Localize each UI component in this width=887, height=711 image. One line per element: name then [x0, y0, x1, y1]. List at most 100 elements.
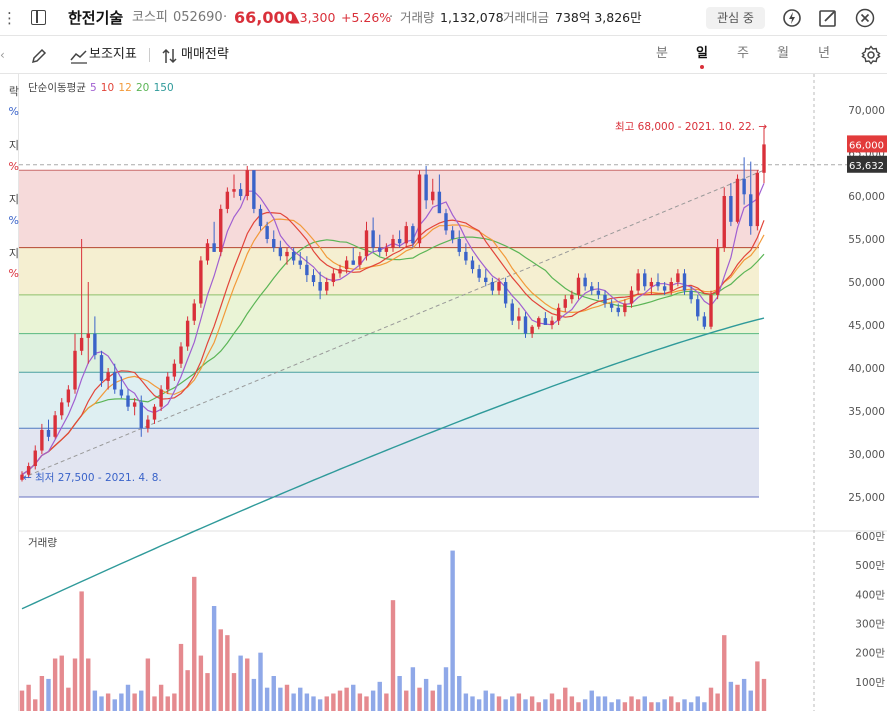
volume-bar [629, 696, 634, 711]
indicator-button[interactable]: 보조지표 [89, 36, 137, 74]
volume-bar [192, 576, 197, 711]
volume-bar [602, 696, 608, 711]
candle-body [238, 189, 243, 196]
volume-bar [649, 702, 654, 711]
volume-bar [761, 678, 767, 711]
volume-bar [423, 678, 429, 711]
period-tab-0[interactable]: 분 [650, 36, 674, 74]
candle-body [570, 294, 574, 300]
fibonacci-band [19, 428, 759, 497]
candle-body [391, 239, 395, 248]
candle-body [252, 170, 256, 209]
volume-bar [132, 693, 137, 711]
ma-legend-period: 10 [101, 82, 114, 94]
price-axis-label: 35,000 [848, 406, 885, 418]
period-tab-3[interactable]: 월 [771, 36, 795, 74]
volume-bar [66, 687, 71, 711]
scroll-left-icon[interactable]: ‹ [0, 36, 5, 74]
candle-body [93, 333, 97, 356]
strategy-icon[interactable] [162, 47, 178, 65]
candle-body [609, 303, 614, 308]
indicator-icon[interactable] [70, 48, 88, 64]
candle-body [689, 290, 693, 300]
candle-body [159, 389, 163, 407]
candle-body [106, 372, 110, 381]
price-change: ▲3,300 [290, 10, 336, 25]
fibonacci-band [19, 372, 759, 429]
volume-axis-label: 600만 [855, 531, 885, 543]
volume-bar [397, 676, 402, 711]
candle-body [53, 415, 57, 437]
edit-icon[interactable] [818, 8, 838, 28]
period-tab-4[interactable]: 년 [812, 36, 836, 74]
candle-body [404, 226, 408, 244]
volume-bar [139, 690, 144, 711]
volume-bar [516, 693, 522, 711]
candle-body [245, 170, 249, 196]
volume-bar [655, 702, 661, 711]
volume-bar [715, 693, 720, 711]
candle-body [497, 282, 501, 291]
toolbar-divider [149, 48, 150, 62]
candle-body [364, 230, 369, 257]
ma-legend-title: 단순이동평균 [28, 82, 86, 94]
volume-bar [284, 684, 290, 711]
candle-body [643, 273, 647, 287]
volume-bar [79, 591, 84, 711]
fibonacci-band [19, 294, 759, 334]
menu-dots-icon[interactable]: ⋮ [2, 0, 17, 36]
volume-bar [86, 658, 91, 711]
candle-body [338, 269, 342, 274]
volume-bar [364, 696, 369, 711]
volume-bar [616, 699, 621, 711]
volume-bar [337, 690, 343, 711]
volume-bar [662, 699, 667, 711]
candle-body [590, 286, 594, 291]
high-annotation: 최고 68,000 - 2021. 10. 22. → [615, 121, 767, 133]
period-tab-1[interactable]: 일 [690, 36, 714, 74]
volume-bar [569, 696, 575, 711]
sidebar-toggle-icon[interactable] [31, 10, 46, 25]
candle-body [603, 294, 607, 304]
price-chart[interactable]: 최고 68,000 - 2021. 10. 22. → ← 최저 27,500 -… [19, 74, 887, 711]
candle-body [682, 273, 687, 291]
settings-gear-icon[interactable] [861, 45, 881, 65]
volume-bar [510, 696, 515, 711]
candle-body [272, 239, 276, 248]
volume-bar [556, 699, 561, 711]
volume-bar [165, 696, 170, 711]
volume-bar [470, 696, 475, 711]
volume-bar [635, 699, 641, 711]
candle-body [669, 282, 673, 291]
candle-body [311, 275, 316, 282]
period-tab-2[interactable]: 주 [731, 36, 755, 74]
candle-body [742, 178, 746, 195]
volume-bar [158, 684, 164, 711]
lightning-icon[interactable] [782, 8, 802, 28]
candle-body [278, 247, 283, 257]
strategy-button[interactable]: 매매전략 [181, 36, 229, 74]
volume-bar [178, 643, 184, 711]
volume-bar [582, 699, 588, 711]
candle-body [371, 230, 375, 248]
candle-body [258, 208, 263, 227]
fibonacci-band [19, 247, 759, 295]
candle-body [696, 299, 700, 317]
candle-body [192, 303, 196, 321]
volume-bar [523, 699, 528, 711]
volume-bar [642, 696, 647, 711]
left-fragment-text: 지 [8, 247, 19, 260]
candle-body [623, 303, 627, 313]
candle-body [351, 260, 355, 265]
watch-button[interactable]: 관심 중 [706, 7, 765, 29]
candle-body [450, 230, 455, 239]
candle-body [457, 239, 461, 252]
low-annotation: ← 최저 27,500 - 2021. 4. 8. [23, 472, 162, 484]
volume-bar [589, 690, 594, 711]
volume-bar [563, 687, 568, 711]
volume-bar [317, 699, 323, 711]
volume-bar [52, 658, 58, 711]
close-icon[interactable] [855, 8, 875, 28]
candle-body [437, 191, 442, 214]
pen-icon[interactable] [30, 47, 48, 65]
